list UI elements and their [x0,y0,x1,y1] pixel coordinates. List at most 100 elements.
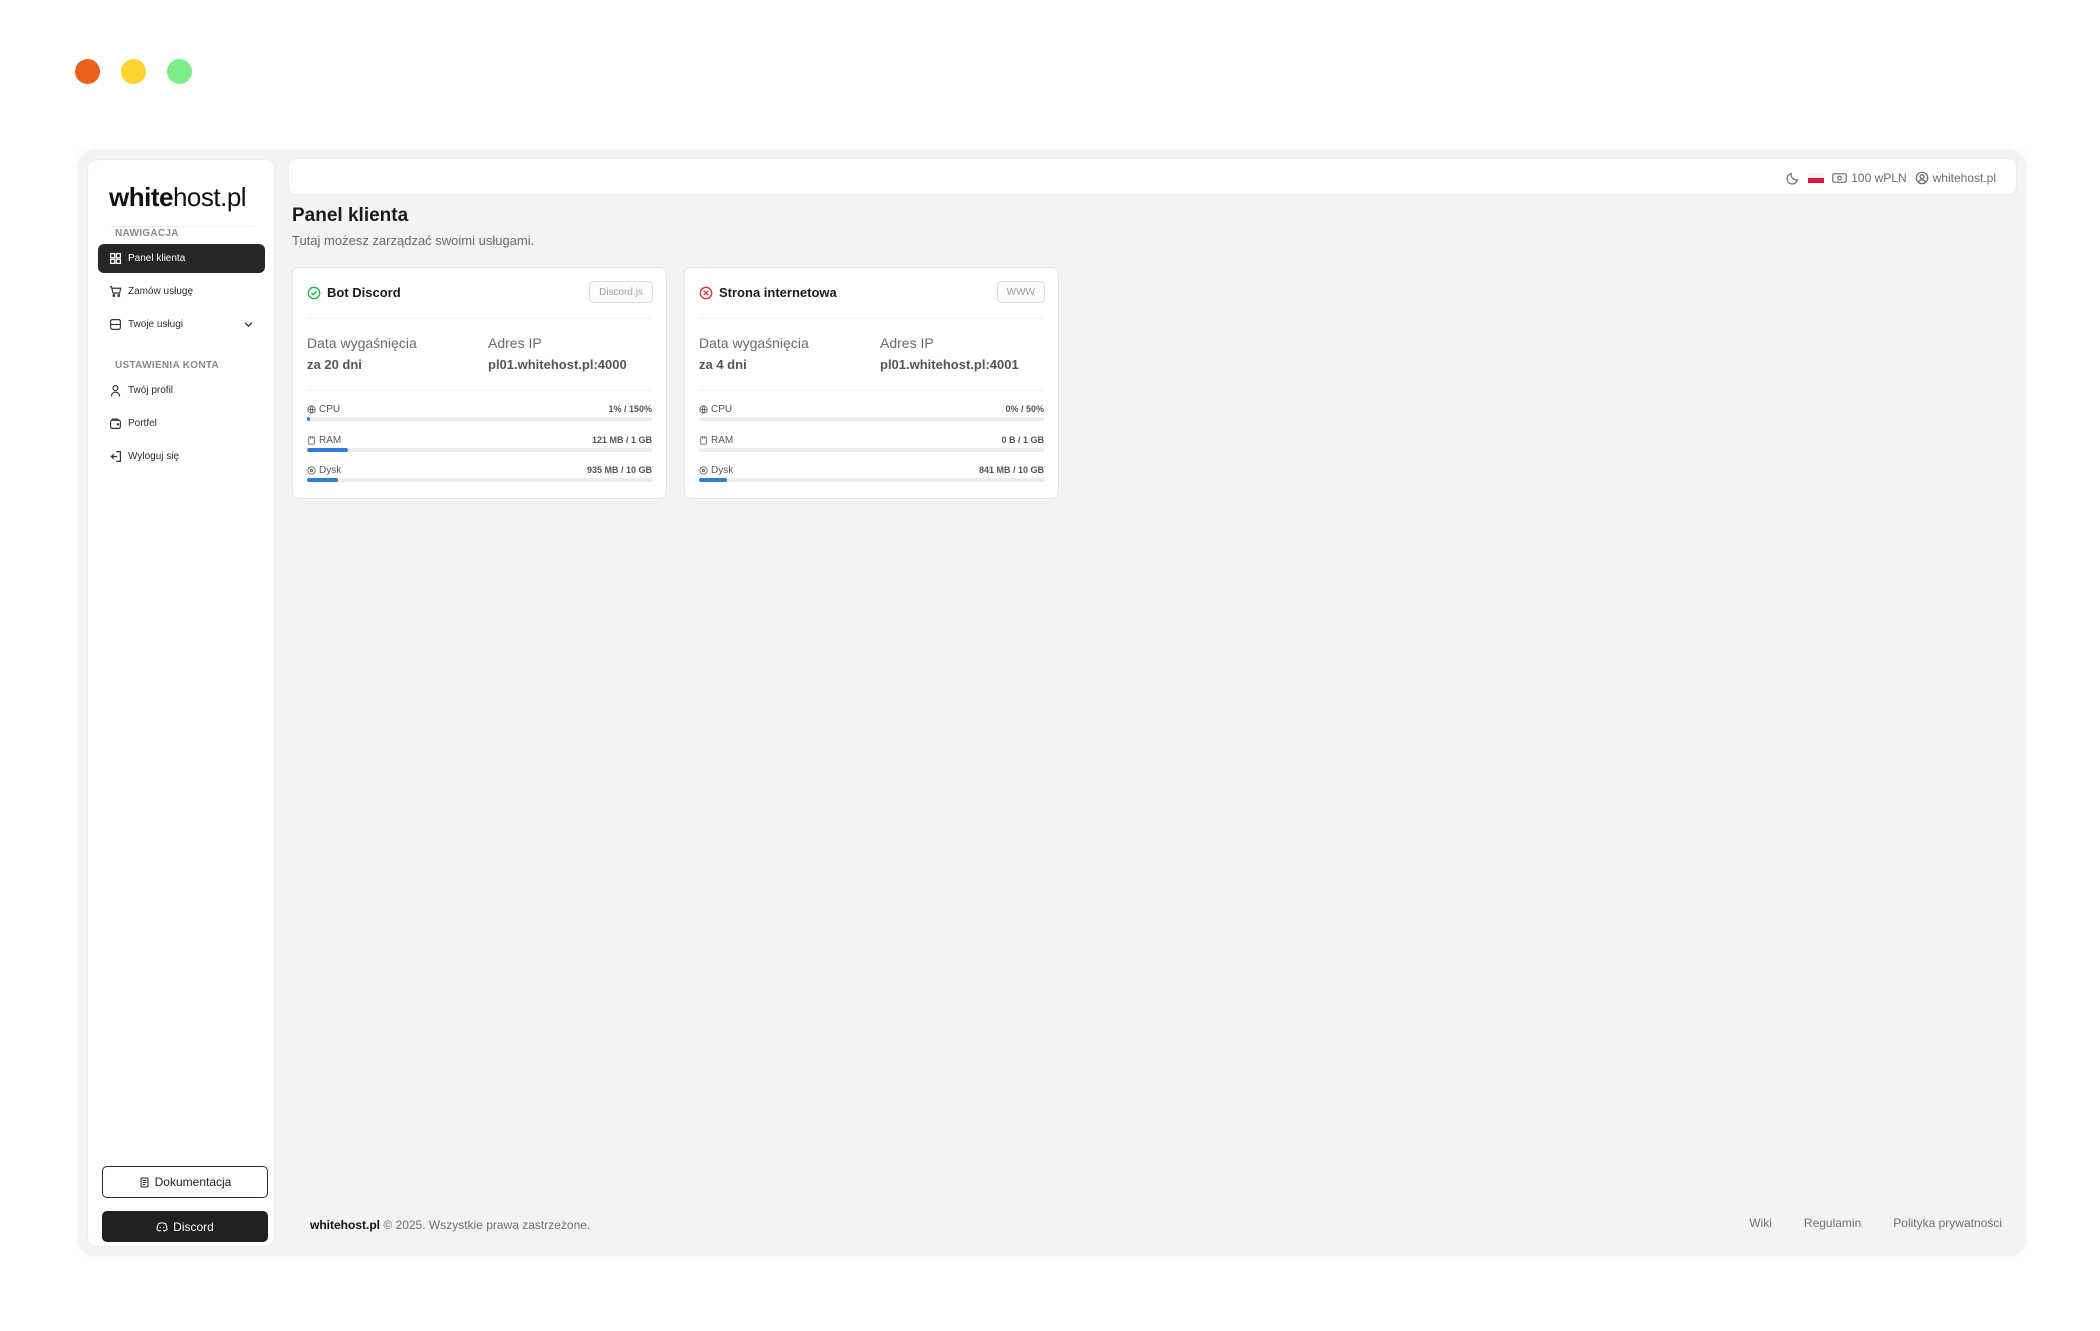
usage-bar [307,417,652,421]
usage-fill [307,478,339,482]
ram-metric: RAM 0 B / 1 GB [699,435,1044,455]
moon-icon[interactable] [1786,171,1800,185]
divider [307,390,652,391]
sidebar-item-label: Panel klienta [128,253,186,264]
language-flag-icon[interactable] [1808,172,1825,183]
page-subtitle: Tutaj możesz zarządzać swoimi usługami. [292,233,535,248]
balance-value: 100 wPLN [1851,170,1907,185]
cpu-metric: CPU 1% / 150% [307,404,652,424]
documentation-label: Dokumentacja [154,1175,232,1189]
ram-metric: RAM 121 MB / 1 GB [307,435,652,455]
footer-link-wiki[interactable]: Wiki [1749,1216,1772,1230]
metric-label: RAM [319,435,342,446]
logo-bold: white [109,182,173,212]
app-frame: whitehost.pl NAWIGACJA Panel klienta Zam… [78,150,2026,1256]
sidebar-item-label: Wyloguj się [128,451,180,462]
window-controls [75,59,192,84]
sidebar-item-twoj-profil[interactable]: Twój profil [98,376,265,405]
metric-label: CPU [319,404,341,415]
page-title: Panel klienta [292,205,409,226]
user-icon [110,385,121,397]
disk-metric: Dysk 841 MB / 10 GB [699,465,1044,485]
disk-icon [699,466,708,475]
sidebar-item-label: Portfel [128,418,157,429]
documentation-button[interactable]: Dokumentacja [102,1166,268,1198]
expiry-label: Data wygaśnięcia [699,335,809,351]
usage-fill [699,478,727,482]
nav-heading: NAWIGACJA [115,228,179,239]
service-header: Bot Discord [307,285,401,300]
discord-button[interactable]: Discord [102,1211,268,1242]
user-name: whitehost.pl [1932,170,1996,185]
usage-bar [307,448,652,452]
money-icon [1832,172,1847,183]
ip-label: Adres IP [488,335,542,351]
sidebar-item-label: Twoje usługi [128,319,184,330]
ip-label: Adres IP [880,335,934,351]
metric-value: 841 MB / 10 GB [978,465,1044,475]
usage-fill [307,417,311,421]
metric-value: 1% / 150% [608,404,652,414]
sidebar: whitehost.pl NAWIGACJA Panel klienta Zam… [87,159,275,1247]
divider [307,318,652,319]
metric-value: 0 B / 1 GB [1001,435,1044,445]
footer-link-privacy[interactable]: Polityka prywatności [1893,1216,2002,1230]
account-heading: USTAWIENIA KONTA [115,360,220,371]
logo[interactable]: whitehost.pl [109,182,247,213]
user-circle-icon [1915,171,1928,184]
sidebar-item-wyloguj[interactable]: Wyloguj się [98,442,265,471]
divider [699,318,1044,319]
document-icon [140,1177,149,1187]
server-icon [110,319,121,330]
close-window-button[interactable] [75,59,100,84]
logo-rest: host.pl [172,182,247,212]
disk-icon [307,466,316,475]
usage-bar [699,448,1044,452]
usage-fill [307,448,349,452]
cart-icon [109,286,122,297]
footer-link-regulamin[interactable]: Regulamin [1804,1216,1861,1230]
status-offline-icon [699,286,713,299]
discord-label: Discord [173,1219,214,1234]
maximize-window-button[interactable] [167,59,192,84]
service-tag-badge: WWW [996,281,1045,303]
sidebar-item-zamow-usluge[interactable]: Zamów usługę [98,277,265,306]
sidebar-item-panel-klienta[interactable]: Panel klienta [98,244,265,273]
sidebar-item-twoje-uslugi[interactable]: Twoje usługi [98,310,265,339]
metric-value: 121 MB / 1 GB [591,435,652,445]
cpu-icon [699,405,708,414]
expiry-value: za 20 dni [307,357,362,372]
divider [699,390,1044,391]
service-header: Strona internetowa [699,285,837,300]
memory-icon [308,436,315,445]
service-card[interactable]: Bot Discord Discord.js Data wygaśnięcia … [292,267,667,499]
metric-label: CPU [711,404,733,415]
footer-brand: whitehost.pl [310,1218,380,1232]
expiry-value: za 4 dni [699,357,747,372]
usage-bar [699,417,1044,421]
discord-icon [156,1222,168,1232]
usage-bar [699,478,1044,482]
top-bar: 100 wPLN whitehost.pl [288,158,2017,195]
metric-label: RAM [711,435,734,446]
metric-value: 0% / 50% [1005,404,1044,414]
usage-bar [307,478,652,482]
status-online-icon [307,286,321,299]
footer-links: Wiki Regulamin Polityka prywatności [1749,1216,2002,1230]
chevron-down-icon[interactable] [242,318,255,331]
minimize-window-button[interactable] [121,59,146,84]
sidebar-item-portfel[interactable]: Portfel [98,409,265,438]
footer-copyright: whitehost.pl © 2025. Wszystkie prawa zas… [310,1218,590,1232]
metric-label: Dysk [319,465,342,476]
ip-value: pl01.whitehost.pl:4000 [488,357,627,372]
dashboard-icon [110,253,121,264]
service-tag-badge: Discord.js [589,281,653,303]
balance-display[interactable]: 100 wPLN [1832,170,1907,185]
user-menu[interactable]: whitehost.pl [1915,171,1996,185]
service-card[interactable]: Strona internetowa WWW Data wygaśnięcia … [684,267,1059,499]
memory-icon [700,436,707,445]
expiry-label: Data wygaśnięcia [307,335,417,351]
logout-icon [110,451,121,462]
service-name: Strona internetowa [719,285,837,300]
cpu-metric: CPU 0% / 50% [699,404,1044,424]
